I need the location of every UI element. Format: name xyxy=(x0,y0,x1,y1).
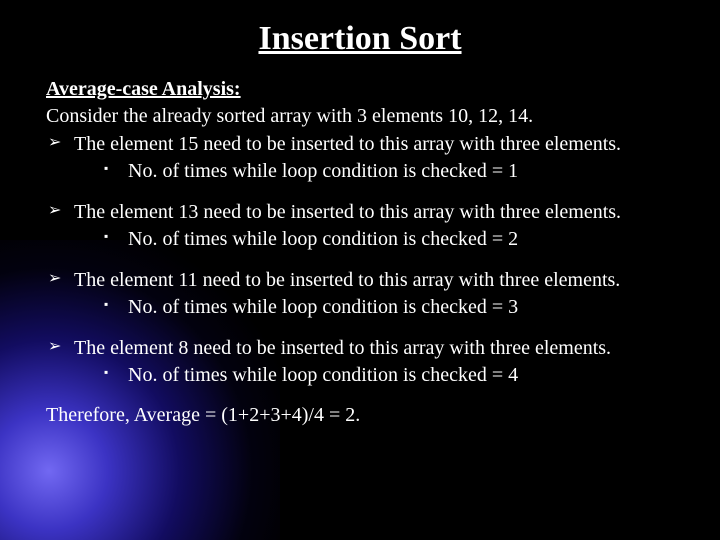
slide-title: Insertion Sort xyxy=(46,20,674,58)
item-text: The element 11 need to be inserted to th… xyxy=(74,269,620,291)
conclusion-text: Therefore, Average = (1+2+3+4)/4 = 2. xyxy=(46,404,674,427)
item-text: The element 8 need to be inserted to thi… xyxy=(74,337,611,359)
sub-list: No. of times while loop condition is che… xyxy=(74,363,674,388)
item-text: The element 13 need to be inserted to th… xyxy=(74,201,621,223)
list-item: The element 11 need to be inserted to th… xyxy=(46,268,674,320)
bullet-list: The element 15 need to be inserted to th… xyxy=(46,132,674,388)
sub-list: No. of times while loop condition is che… xyxy=(74,227,674,252)
content-area: Insertion Sort Average-case Analysis: Co… xyxy=(0,0,720,427)
sub-list: No. of times while loop condition is che… xyxy=(74,159,674,184)
list-item: The element 8 need to be inserted to thi… xyxy=(46,336,674,388)
intro-text: Consider the already sorted array with 3… xyxy=(46,105,674,128)
sub-item: No. of times while loop condition is che… xyxy=(98,363,674,388)
heading-text: Average-case Analysis: xyxy=(46,78,241,100)
sub-list: No. of times while loop condition is che… xyxy=(74,295,674,320)
sub-item: No. of times while loop condition is che… xyxy=(98,159,674,184)
sub-item: No. of times while loop condition is che… xyxy=(98,227,674,252)
sub-item: No. of times while loop condition is che… xyxy=(98,295,674,320)
list-item: The element 15 need to be inserted to th… xyxy=(46,132,674,184)
item-text: The element 15 need to be inserted to th… xyxy=(74,133,621,155)
analysis-heading: Average-case Analysis: xyxy=(46,78,674,101)
list-item: The element 13 need to be inserted to th… xyxy=(46,200,674,252)
slide: Insertion Sort Average-case Analysis: Co… xyxy=(0,0,720,540)
